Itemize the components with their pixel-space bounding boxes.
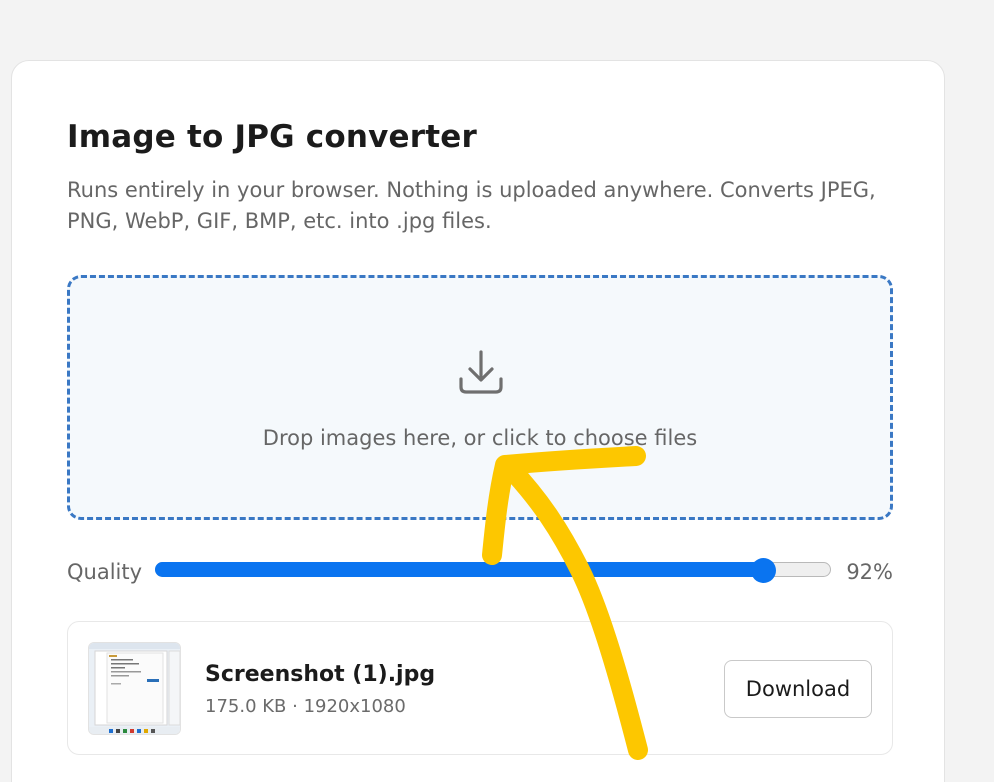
download-button[interactable]: Download <box>724 660 872 718</box>
quality-slider-thumb[interactable] <box>751 558 777 583</box>
drop-zone-prompt: Drop images here, or click to choose fil… <box>262 426 698 450</box>
file-name: Screenshot (1).jpg <box>205 662 436 687</box>
quality-value: 92% <box>846 560 893 584</box>
page-title: Image to JPG converter <box>67 119 477 155</box>
screenshot-thumbnail-icon <box>89 643 180 734</box>
file-drop-zone[interactable]: Drop images here, or click to choose fil… <box>67 275 893 520</box>
converter-card: Image to JPG converter Runs entirely in … <box>11 60 945 782</box>
page-description: Runs entirely in your browser. Nothing i… <box>67 178 876 233</box>
file-list-item: Screenshot (1).jpg 175.0 KB · 1920x1080 … <box>67 621 893 755</box>
quality-slider[interactable] <box>155 558 831 583</box>
download-tray-icon <box>459 350 503 394</box>
file-meta: 175.0 KB · 1920x1080 <box>205 696 406 717</box>
quality-slider-fill <box>155 562 764 577</box>
screenshot-thumbnail <box>88 642 181 735</box>
page: Image to JPG converter Runs entirely in … <box>0 0 994 782</box>
quality-label: Quality <box>67 560 143 584</box>
